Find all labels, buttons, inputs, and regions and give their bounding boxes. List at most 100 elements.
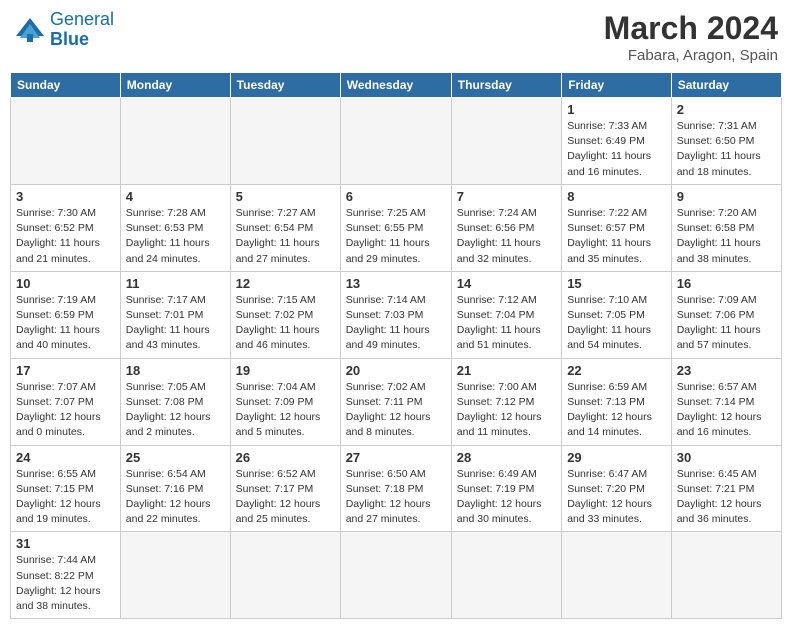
calendar-cell: 25Sunrise: 6:54 AM Sunset: 7:16 PM Dayli…: [120, 445, 230, 532]
calendar-cell: 10Sunrise: 7:19 AM Sunset: 6:59 PM Dayli…: [11, 271, 121, 358]
day-number: 7: [457, 189, 556, 204]
day-info: Sunrise: 7:07 AM Sunset: 7:07 PM Dayligh…: [16, 380, 115, 441]
calendar-cell: [340, 532, 451, 619]
day-number: 18: [126, 363, 225, 378]
day-info: Sunrise: 7:20 AM Sunset: 6:58 PM Dayligh…: [677, 206, 776, 267]
day-number: 4: [126, 189, 225, 204]
day-info: Sunrise: 7:10 AM Sunset: 7:05 PM Dayligh…: [567, 293, 666, 354]
weekday-header-tuesday: Tuesday: [230, 73, 340, 98]
calendar-cell: 17 Sunrise: 7:07 AM Sunset: 7:07 PM Dayli…: [11, 358, 121, 445]
day-info: Sunrise: 7:30 AM Sunset: 6:52 PM Dayligh…: [16, 206, 115, 267]
calendar-cell: [451, 532, 561, 619]
day-number: 16: [677, 276, 776, 291]
weekday-header-monday: Monday: [120, 73, 230, 98]
day-number: 8: [567, 189, 666, 204]
title-block: March 2024 Fabara, Aragon, Spain: [604, 10, 778, 64]
day-number: 23: [677, 363, 776, 378]
day-number: 29: [567, 450, 666, 465]
day-number: 11: [126, 276, 225, 291]
calendar-cell: 6 Sunrise: 7:25 AM Sunset: 6:55 PM Daylig…: [340, 184, 451, 271]
logo-general: General: [50, 9, 114, 29]
day-info: Sunrise: 6:50 AM Sunset: 7:18 PM Dayligh…: [346, 467, 446, 528]
day-info: Sunrise: 7:14 AM Sunset: 7:03 PM Dayligh…: [346, 293, 446, 354]
day-number: 20: [346, 363, 446, 378]
weekday-header-row: SundayMondayTuesdayWednesdayThursdayFrid…: [11, 73, 782, 98]
calendar-cell: 22 Sunrise: 6:59 AM Sunset: 7:13 PM Dayli…: [562, 358, 672, 445]
day-info: Sunrise: 6:47 AM Sunset: 7:20 PM Dayligh…: [567, 467, 666, 528]
day-info: Sunrise: 6:55 AM Sunset: 7:15 PM Dayligh…: [16, 467, 115, 528]
day-number: 30: [677, 450, 776, 465]
day-info: Sunrise: 7:00 AM Sunset: 7:12 PM Dayligh…: [457, 380, 556, 441]
week-row-2: 3 Sunrise: 7:30 AM Sunset: 6:52 PM Daylig…: [11, 184, 782, 271]
calendar-cell: 16Sunrise: 7:09 AM Sunset: 7:06 PM Dayli…: [671, 271, 781, 358]
day-info: Sunrise: 6:59 AM Sunset: 7:13 PM Dayligh…: [567, 380, 666, 441]
day-info: Sunrise: 7:05 AM Sunset: 7:08 PM Dayligh…: [126, 380, 225, 441]
logo-icon: [14, 16, 46, 44]
day-info: Sunrise: 7:17 AM Sunset: 7:01 PM Dayligh…: [126, 293, 225, 354]
calendar-cell: 11 Sunrise: 7:17 AM Sunset: 7:01 PM Dayli…: [120, 271, 230, 358]
calendar-cell: 12 Sunrise: 7:15 AM Sunset: 7:02 PM Dayli…: [230, 271, 340, 358]
day-info: Sunrise: 7:15 AM Sunset: 7:02 PM Dayligh…: [236, 293, 335, 354]
calendar-cell: 15 Sunrise: 7:10 AM Sunset: 7:05 PM Dayli…: [562, 271, 672, 358]
logo-blue: Blue: [50, 29, 89, 49]
day-info: Sunrise: 6:57 AM Sunset: 7:14 PM Dayligh…: [677, 380, 776, 441]
day-number: 22: [567, 363, 666, 378]
day-info: Sunrise: 6:45 AM Sunset: 7:21 PM Dayligh…: [677, 467, 776, 528]
calendar-cell: 7 Sunrise: 7:24 AM Sunset: 6:56 PM Daylig…: [451, 184, 561, 271]
weekday-header-wednesday: Wednesday: [340, 73, 451, 98]
weekday-header-saturday: Saturday: [671, 73, 781, 98]
calendar-cell: 1Sunrise: 7:33 AM Sunset: 6:49 PM Daylig…: [562, 98, 672, 185]
logo-text: General Blue: [50, 10, 114, 50]
calendar-cell: [562, 532, 672, 619]
calendar-cell: 4 Sunrise: 7:28 AM Sunset: 6:53 PM Daylig…: [120, 184, 230, 271]
week-row-5: 24 Sunrise: 6:55 AM Sunset: 7:15 PM Dayli…: [11, 445, 782, 532]
day-info: Sunrise: 7:12 AM Sunset: 7:04 PM Dayligh…: [457, 293, 556, 354]
calendar-cell: 21Sunrise: 7:00 AM Sunset: 7:12 PM Dayli…: [451, 358, 561, 445]
calendar-cell: 14 Sunrise: 7:12 AM Sunset: 7:04 PM Dayli…: [451, 271, 561, 358]
day-number: 28: [457, 450, 556, 465]
calendar-cell: 28Sunrise: 6:49 AM Sunset: 7:19 PM Dayli…: [451, 445, 561, 532]
location-title: Fabara, Aragon, Spain: [604, 47, 778, 64]
calendar-cell: 13 Sunrise: 7:14 AM Sunset: 7:03 PM Dayli…: [340, 271, 451, 358]
calendar-cell: [230, 98, 340, 185]
logo: General Blue: [14, 10, 114, 50]
calendar-cell: 26 Sunrise: 6:52 AM Sunset: 7:17 PM Dayli…: [230, 445, 340, 532]
calendar: SundayMondayTuesdayWednesdayThursdayFrid…: [10, 72, 782, 619]
day-info: Sunrise: 7:22 AM Sunset: 6:57 PM Dayligh…: [567, 206, 666, 267]
calendar-cell: 23 Sunrise: 6:57 AM Sunset: 7:14 PM Dayli…: [671, 358, 781, 445]
calendar-cell: 20Sunrise: 7:02 AM Sunset: 7:11 PM Dayli…: [340, 358, 451, 445]
calendar-cell: 30 Sunrise: 6:45 AM Sunset: 7:21 PM Dayli…: [671, 445, 781, 532]
day-info: Sunrise: 7:27 AM Sunset: 6:54 PM Dayligh…: [236, 206, 335, 267]
day-info: Sunrise: 7:28 AM Sunset: 6:53 PM Dayligh…: [126, 206, 225, 267]
day-number: 3: [16, 189, 115, 204]
day-number: 14: [457, 276, 556, 291]
day-number: 5: [236, 189, 335, 204]
week-row-6: 31Sunrise: 7:44 AM Sunset: 8:22 PM Dayli…: [11, 532, 782, 619]
day-number: 10: [16, 276, 115, 291]
calendar-cell: [120, 98, 230, 185]
calendar-cell: [230, 532, 340, 619]
calendar-cell: 19Sunrise: 7:04 AM Sunset: 7:09 PM Dayli…: [230, 358, 340, 445]
calendar-cell: [120, 532, 230, 619]
day-info: Sunrise: 7:25 AM Sunset: 6:55 PM Dayligh…: [346, 206, 446, 267]
day-number: 13: [346, 276, 446, 291]
day-number: 6: [346, 189, 446, 204]
calendar-cell: [11, 98, 121, 185]
calendar-cell: 18 Sunrise: 7:05 AM Sunset: 7:08 PM Dayli…: [120, 358, 230, 445]
day-number: 27: [346, 450, 446, 465]
day-info: Sunrise: 7:24 AM Sunset: 6:56 PM Dayligh…: [457, 206, 556, 267]
day-number: 17: [16, 363, 115, 378]
calendar-cell: 9Sunrise: 7:20 AM Sunset: 6:58 PM Daylig…: [671, 184, 781, 271]
week-row-4: 17 Sunrise: 7:07 AM Sunset: 7:07 PM Dayli…: [11, 358, 782, 445]
day-number: 26: [236, 450, 335, 465]
day-info: Sunrise: 7:33 AM Sunset: 6:49 PM Dayligh…: [567, 119, 666, 180]
day-number: 12: [236, 276, 335, 291]
weekday-header-sunday: Sunday: [11, 73, 121, 98]
day-info: Sunrise: 7:04 AM Sunset: 7:09 PM Dayligh…: [236, 380, 335, 441]
day-number: 15: [567, 276, 666, 291]
day-info: Sunrise: 6:54 AM Sunset: 7:16 PM Dayligh…: [126, 467, 225, 528]
day-info: Sunrise: 6:52 AM Sunset: 7:17 PM Dayligh…: [236, 467, 335, 528]
day-number: 24: [16, 450, 115, 465]
weekday-header-friday: Friday: [562, 73, 672, 98]
calendar-cell: 2Sunrise: 7:31 AM Sunset: 6:50 PM Daylig…: [671, 98, 781, 185]
